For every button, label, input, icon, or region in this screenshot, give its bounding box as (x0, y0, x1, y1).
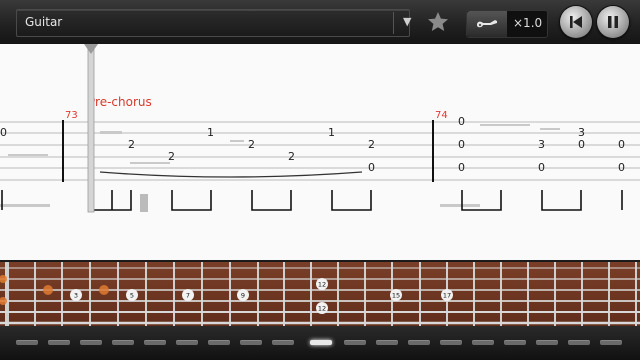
fret-marker-number: 12 (318, 305, 326, 313)
tab-number: 0 (458, 138, 465, 151)
tab-number: 0 (578, 138, 585, 151)
track-selector-dropdown[interactable]: Guitar ▼ (16, 9, 412, 37)
strings (0, 267, 640, 325)
track-name: Guitar (25, 15, 63, 29)
fret-marker-number: 17 (443, 292, 451, 300)
fret-marker-number: 5 (130, 292, 134, 300)
tab-number: 0 (618, 138, 625, 151)
fret-marker-number: 9 (241, 292, 245, 300)
star-icon[interactable] (426, 10, 450, 34)
tab-number: 0 (368, 161, 375, 174)
playhead[interactable] (84, 44, 98, 213)
measure-segment[interactable] (504, 340, 526, 345)
measure-number: 74 (435, 110, 448, 121)
playback-speed[interactable]: ×1.0 (513, 16, 542, 30)
measure-segment[interactable] (16, 340, 38, 345)
measure-segment[interactable] (440, 340, 462, 345)
speed-control: ×1.0 (466, 10, 548, 38)
note-dot (43, 285, 53, 295)
section-marker: Pre-chorus (88, 95, 152, 109)
tab-number: 2 (368, 138, 375, 151)
rhythm-notation (1, 190, 623, 211)
measure-segment[interactable] (568, 340, 590, 345)
tab-number: 1 (207, 126, 214, 139)
tab-number: 0 (0, 126, 7, 139)
slur-line (99, 171, 363, 178)
tab-staff: 73 74 Pre-chorus 0 1 2 2 2 1 2 2 0 0 0 0… (0, 44, 640, 213)
fret-marker-number: 7 (186, 292, 190, 300)
dropdown-separator (393, 12, 394, 34)
measure-segment[interactable] (144, 340, 166, 345)
note-dot (99, 285, 109, 295)
tab-number: 0 (458, 115, 465, 128)
measure-segment[interactable] (344, 340, 366, 345)
tab-number: 2 (248, 138, 255, 151)
measure-segment[interactable] (536, 340, 558, 345)
measure-segment[interactable] (208, 340, 230, 345)
tab-smudges (0, 124, 560, 207)
measure-segment[interactable] (376, 340, 398, 345)
skip-to-start-icon (570, 16, 582, 28)
rest-mark (140, 194, 148, 212)
measure-segment[interactable] (408, 340, 430, 345)
frets (5, 262, 637, 332)
fret-marker-number: 3 (74, 292, 78, 300)
tab-number: 3 (538, 138, 545, 151)
measure-segment[interactable] (176, 340, 198, 345)
tab-number: 2 (128, 138, 135, 151)
fret-marker-labels: 3 5 7 9 12 12 15 17 (74, 281, 451, 313)
tablature-view[interactable]: 73 74 Pre-chorus 0 1 2 2 2 1 2 2 0 0 0 0… (0, 44, 640, 260)
fret-marker-number: 12 (318, 281, 326, 289)
fretboard-drawing: 3 5 7 9 12 12 15 17 (0, 262, 640, 332)
fretboard-panel: 3 5 7 9 12 12 15 17 (0, 260, 640, 360)
measure-segment[interactable] (48, 340, 70, 345)
triangle-down-icon: ▼ (403, 15, 412, 28)
tab-number: 0 (618, 161, 625, 174)
tab-number: 2 (288, 150, 295, 163)
instrument-button[interactable] (467, 11, 507, 37)
pause-icon (608, 16, 618, 28)
measure-segment[interactable] (600, 340, 622, 345)
measure-navigator[interactable] (0, 326, 640, 360)
tab-number: 0 (538, 161, 545, 174)
measure-number: 73 (65, 110, 78, 121)
top-toolbar: Guitar ▼ ×1.0 (0, 0, 640, 45)
fret-marker-number: 15 (392, 292, 400, 300)
rewind-button[interactable] (560, 6, 592, 38)
measure-segment[interactable] (112, 340, 134, 345)
pause-button[interactable] (597, 6, 629, 38)
measure-segment[interactable] (272, 340, 294, 345)
measure-segment[interactable] (240, 340, 262, 345)
measure-segment[interactable] (472, 340, 494, 345)
guitar-icon (477, 20, 497, 28)
tab-number: 0 (458, 161, 465, 174)
measure-segment[interactable] (80, 340, 102, 345)
tab-number: 2 (168, 150, 175, 163)
fretboard[interactable]: 3 5 7 9 12 12 15 17 (0, 262, 640, 332)
tab-number: 1 (328, 126, 335, 139)
measure-segment-current[interactable] (310, 340, 332, 345)
